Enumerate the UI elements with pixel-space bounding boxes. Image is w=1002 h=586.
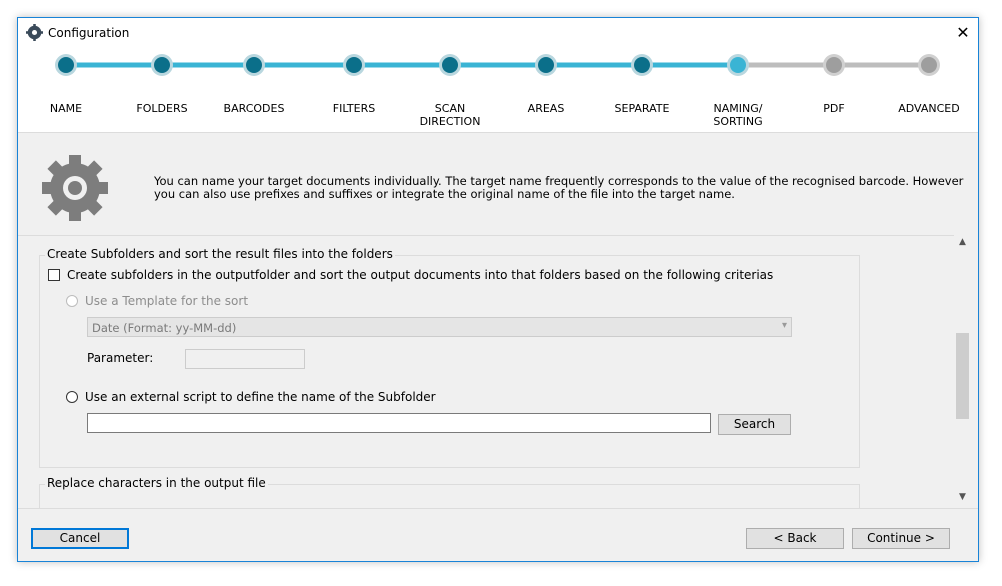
create-subfolders-label: Create subfolders in the outputfolder an… — [67, 268, 774, 282]
replace-legend: Replace characters in the output file — [45, 476, 268, 490]
script-radio-label: Use an external script to define the nam… — [85, 390, 436, 404]
continue-button[interactable]: Continue > — [852, 528, 950, 549]
step-connector — [354, 62, 450, 68]
step-connector — [254, 62, 354, 68]
step-marker[interactable] — [535, 54, 557, 76]
step-label: AREAS — [527, 102, 565, 115]
step-label: NAMING/ SORTING — [713, 102, 763, 128]
step-label: FILTERS — [332, 102, 376, 115]
footer-bar: Cancel < Back Continue > — [18, 508, 978, 561]
parameter-input[interactable] — [185, 349, 305, 369]
chevron-down-icon[interactable]: ▼ — [954, 492, 971, 506]
close-icon[interactable]: ✕ — [948, 18, 978, 48]
step-marker[interactable] — [55, 54, 77, 76]
scrollbar-thumb[interactable] — [956, 333, 969, 419]
step-connector — [546, 62, 642, 68]
settings-scroll-area[interactable]: Create Subfolders and sort the result fi… — [18, 235, 962, 509]
subfolders-group — [39, 255, 860, 468]
step-connector — [834, 62, 929, 68]
step-label: PDF — [823, 102, 845, 115]
step-connector — [642, 62, 738, 68]
step-marker[interactable] — [151, 54, 173, 76]
step-marker[interactable] — [343, 54, 365, 76]
template-radio[interactable] — [66, 295, 78, 307]
chevron-down-icon: ▾ — [781, 320, 787, 331]
wizard-steps: NAME FOLDERS BARCODES FILTERS SCAN DIRECTION… — [18, 48, 978, 133]
step-label: SEPARATE — [614, 102, 670, 115]
template-select[interactable]: Date (Format: yy-MM-dd) ▾ — [87, 317, 792, 337]
step-track — [55, 54, 940, 76]
step-marker[interactable] — [918, 54, 940, 76]
back-button[interactable]: < Back — [746, 528, 844, 549]
step-label: NAME — [49, 102, 83, 115]
template-radio-label: Use a Template for the sort — [85, 294, 249, 308]
info-panel: You can name your target documents indiv… — [18, 133, 978, 235]
search-button[interactable]: Search — [718, 414, 791, 435]
step-marker[interactable] — [631, 54, 653, 76]
step-marker[interactable] — [823, 54, 845, 76]
configuration-window: Configuration ✕ NAME FOLDERS BARCODES FILTE… — [17, 17, 979, 562]
template-select-value: Date (Format: yy-MM-dd) — [92, 321, 237, 335]
step-connector — [162, 62, 254, 68]
parameter-label: Parameter: — [87, 351, 154, 365]
step-connector — [66, 62, 162, 68]
step-label: SCAN DIRECTION — [419, 102, 481, 128]
gear-icon — [26, 24, 43, 41]
subfolders-legend: Create Subfolders and sort the result fi… — [45, 247, 395, 261]
step-connector — [738, 62, 834, 68]
step-label: ADVANCED — [898, 102, 960, 115]
step-connector — [450, 62, 546, 68]
window-title: Configuration — [48, 26, 130, 40]
info-text: You can name your target documents indiv… — [154, 174, 964, 201]
script-path-input[interactable] — [87, 413, 711, 433]
step-label: BARCODES — [223, 102, 285, 115]
script-radio[interactable] — [66, 391, 78, 403]
gear-icon — [42, 155, 108, 221]
title-bar: Configuration ✕ — [18, 18, 978, 48]
chevron-up-icon[interactable]: ▲ — [954, 237, 971, 251]
create-subfolders-checkbox[interactable] — [48, 269, 60, 281]
vertical-scrollbar[interactable]: ▲ ▼ — [954, 235, 971, 508]
step-marker[interactable] — [439, 54, 461, 76]
step-marker[interactable] — [243, 54, 265, 76]
cancel-button[interactable]: Cancel — [31, 528, 129, 549]
step-marker[interactable] — [727, 54, 749, 76]
step-label: FOLDERS — [136, 102, 188, 115]
